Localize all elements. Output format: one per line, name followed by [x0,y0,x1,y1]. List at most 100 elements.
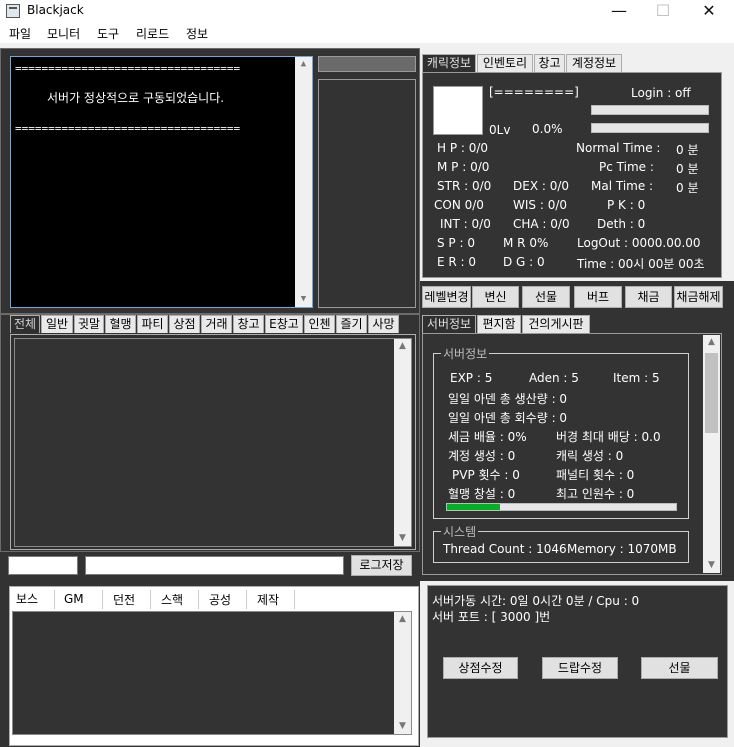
tab-party[interactable]: 파티 [137,315,168,333]
buff-button[interactable]: 버프 [574,286,622,308]
tab-all[interactable]: 전체 [10,315,40,333]
tax-rate: 세금 배율 : 0% [448,430,527,444]
chat-input-row: 로그저장 [0,552,420,580]
character-panel: 캐릭정보 인벤토리 창고 계정정보 [========] Login : off… [420,48,734,288]
scroll-up-icon[interactable]: ▲ [394,339,411,354]
char-str: STR : 0/0 [437,179,492,193]
scroll-up-icon[interactable]: ▲ [295,57,312,72]
tab-normal[interactable]: 일반 [41,315,73,333]
tab-clan[interactable]: 혈맹 [105,315,136,333]
console-output[interactable]: ================================== 서버가 정… [10,56,313,308]
boss-scrollbar[interactable]: ▲ ▼ [394,612,411,734]
log-save-button[interactable]: 로그저장 [351,555,412,576]
chat-message-input[interactable] [85,556,344,575]
menu-monitor[interactable]: 모니터 [47,25,80,42]
maximize-button[interactable]: ☐ [640,0,686,23]
char-exp-percent: 0.0% [532,122,563,136]
user-list[interactable] [318,79,416,308]
tab-inventory[interactable]: 인벤토리 [477,54,533,72]
normal-time-value: 0 분 [676,143,699,157]
char-tabs: 캐릭정보 인벤토리 창고 계정정보 [422,54,724,74]
menu-file[interactable]: 파일 [9,25,31,42]
tab-divider [54,590,55,609]
gift-button[interactable]: 선물 [522,286,570,308]
menu-reload[interactable]: 리로드 [136,25,169,42]
scroll-down-icon[interactable]: ▼ [295,292,312,307]
chat-target-input[interactable] [8,556,78,575]
tab-boss[interactable]: 보스 [16,590,38,607]
boss-log[interactable]: ▲ ▼ [12,611,412,735]
daily-aden-produced: 일일 아덴 총 생산량 : 0 [448,392,568,406]
tab-mailbox[interactable]: 편지함 [477,315,521,333]
tab-speedhack[interactable]: 스핵 [161,591,183,608]
tab-divider [102,590,103,609]
close-button[interactable]: ✕ [686,0,732,23]
tab-storage[interactable]: 창고 [534,54,565,72]
tab-dungeon[interactable]: 던전 [113,591,135,608]
tab-whisper[interactable]: 귓말 [74,315,104,333]
tab-death[interactable]: 사망 [368,315,399,333]
tab-enchant[interactable]: 인첸 [304,315,335,333]
tab-trade[interactable]: 거래 [201,315,232,333]
tab-e-warehouse[interactable]: E창고 [265,315,303,333]
console-scrollbar[interactable]: ▲ ▼ [295,57,312,307]
user-list-header [318,56,416,72]
bottom-tab-control: 보스 GM 던전 스핵 공성 제작 ▲ ▼ [9,586,419,746]
polymorph-button[interactable]: 변신 [472,286,519,308]
change-level-button[interactable]: 레벨변경 [422,286,471,308]
scroll-down-icon[interactable]: ▼ [394,531,411,546]
tab-char-info[interactable]: 캐릭정보 [422,54,476,72]
tab-fun[interactable]: 즐기 [336,315,367,333]
chat-ban-button[interactable]: 채금 [625,286,672,308]
pc-time-label: Pc Time : [599,160,654,174]
thread-count: Thread Count : 1046 [443,542,567,556]
console-line: ================================== [15,122,241,135]
minimize-button[interactable]: — [596,0,642,23]
pc-time-value: 0 분 [676,162,699,176]
tab-suggestions[interactable]: 건의게시판 [522,315,590,333]
scroll-down-icon[interactable]: ▼ [703,558,720,573]
tab-warehouse[interactable]: 창고 [233,315,264,333]
tab-craft[interactable]: 제작 [257,591,279,608]
menu-tools[interactable]: 도구 [97,25,119,42]
drop-edit-button[interactable]: 드랍수정 [542,657,618,679]
title-bar: Blackjack — ☐ ✕ [0,0,734,23]
tab-account-info[interactable]: 계정정보 [566,54,622,72]
char-deth: Deth : 0 [597,217,646,231]
chat-unban-button[interactable]: 채금해제 [674,286,723,308]
app-icon [6,4,20,18]
server-progress-fill [447,504,500,510]
shop-edit-button[interactable]: 상점수정 [443,657,518,679]
daily-aden-recovered: 일일 아덴 총 회수량 : 0 [448,411,568,425]
chars-created: 캐릭 생성 : 0 [556,449,624,463]
gift-send-button[interactable]: 선물 [641,657,718,679]
server-panel: 서버정보 편지함 건의게시판 서버정보 EXP : 5 Aden : 5 Ite… [420,311,734,581]
status-area: 서버가동 시간: 0일 0시간 0분 / Cpu : 0 서버 포트 : [ 3… [420,581,734,747]
tab-siege[interactable]: 공성 [209,591,231,608]
console-panel: ================================== 서버가 정… [0,48,420,314]
console-line: 서버가 정상적으로 구동되었습니다. [47,91,225,105]
mp-bar [591,123,709,133]
tab-shop[interactable]: 상점 [169,315,200,333]
chat-tabs: 전체 일반 귓말 혈맹 파티 상점 거래 창고 E창고 인첸 즐기 사망 [10,315,416,335]
pvp-count: PVP 횟수 : 0 [452,468,520,482]
tab-gm[interactable]: GM [64,592,84,606]
scroll-thumb[interactable] [705,353,718,433]
tab-divider [294,590,295,609]
chat-log[interactable]: ▲ ▼ [14,338,412,547]
mal-time-value: 0 분 [676,181,699,195]
window-title: Blackjack [27,3,84,17]
chat-scrollbar[interactable]: ▲ ▼ [394,339,411,546]
tab-server-info[interactable]: 서버정보 [422,315,476,333]
char-time: Time : 00시 00분 00초 [577,257,705,271]
tab-divider [150,590,151,609]
scroll-down-icon[interactable]: ▼ [394,719,411,734]
char-hp: H P : 0/0 [437,141,489,155]
menu-info[interactable]: 정보 [186,25,208,42]
server-port: 서버 포트 : [ 3000 ]번 [432,610,551,624]
server-progress-bar [446,503,677,511]
scroll-up-icon[interactable]: ▲ [703,335,720,350]
clans-created: 혈맹 창설 : 0 [448,487,516,501]
server-scrollbar[interactable]: ▲ ▼ [703,335,720,573]
scroll-up-icon[interactable]: ▲ [394,612,411,627]
